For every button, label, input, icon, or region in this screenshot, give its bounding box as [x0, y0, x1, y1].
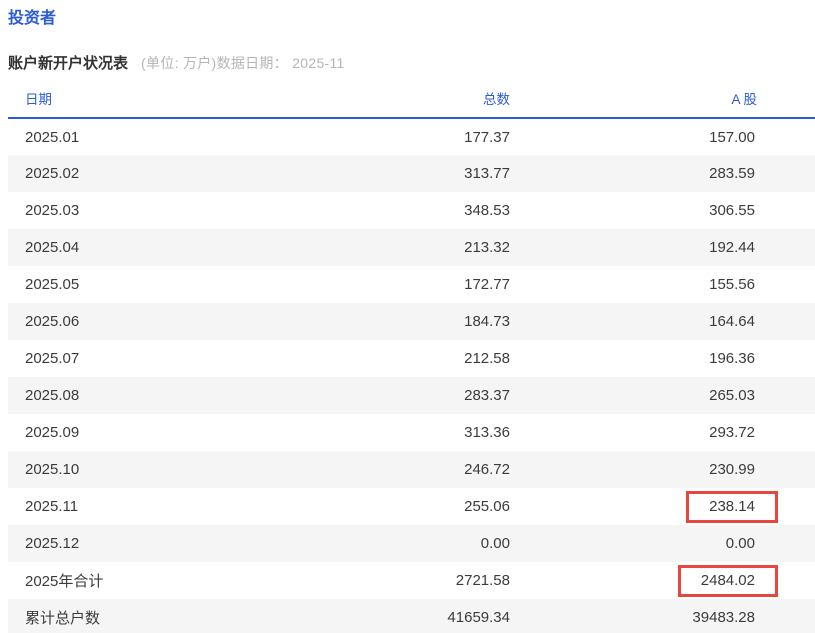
table-row: 2025.05 172.77 155.56 [8, 266, 815, 303]
cell-date: 2025.11 [8, 488, 208, 525]
table-row: 2025.07 212.58 196.36 [8, 340, 815, 377]
cell-date: 2025.06 [8, 303, 208, 340]
table-row: 2025.10 246.72 230.99 [8, 451, 815, 488]
table-body: 2025.01 177.37 157.00 2025.02 313.77 283… [8, 118, 815, 633]
cell-date: 2025.10 [8, 451, 208, 488]
cell-date: 2025.01 [8, 118, 208, 155]
table-header-row: 日期 总数 A 股 [8, 88, 815, 118]
cell-date: 2025.03 [8, 192, 208, 229]
cell-a-share: 230.99 [510, 451, 815, 488]
cell-total: 213.32 [208, 229, 510, 266]
cell-total: 313.77 [208, 155, 510, 192]
table-row: 2025.01 177.37 157.00 [8, 118, 815, 155]
cell-a-share: 238.14 [510, 488, 815, 525]
table-row: 2025.04 213.32 192.44 [8, 229, 815, 266]
cell-a-share: 283.59 [510, 155, 815, 192]
cell-a-share: 2484.02 [510, 562, 815, 599]
cell-total: 177.37 [208, 118, 510, 155]
table-row: 2025.11 255.06 238.14 [8, 488, 815, 525]
page-title: 投资者 [8, 10, 815, 28]
cell-total: 212.58 [208, 340, 510, 377]
cell-date: 2025年合计 [8, 562, 208, 599]
table-subtitle-row: 账户新开户状况表 (单位: 万户)数据日期： 2025-11 [8, 52, 815, 73]
column-header-a-share: A 股 [510, 88, 815, 118]
cell-date: 2025.07 [8, 340, 208, 377]
cell-total: 184.73 [208, 303, 510, 340]
cell-date: 2025.09 [8, 414, 208, 451]
cell-total: 2721.58 [208, 562, 510, 599]
cell-a-share: 164.64 [510, 303, 815, 340]
table-row: 累计总户数 41659.34 39483.28 [8, 599, 815, 633]
cell-a-share: 192.44 [510, 229, 815, 266]
cell-a-share: 0.00 [510, 525, 815, 562]
cell-total: 348.53 [208, 192, 510, 229]
cell-date: 2025.08 [8, 377, 208, 414]
cell-date: 2025.04 [8, 229, 208, 266]
cell-a-share: 196.36 [510, 340, 815, 377]
cell-total: 255.06 [208, 488, 510, 525]
investor-data-page: 投资者 账户新开户状况表 (单位: 万户)数据日期： 2025-11 日期 总数… [0, 10, 815, 633]
account-opening-table: 日期 总数 A 股 2025.01 177.37 157.00 2025.02 … [8, 88, 815, 633]
cell-total: 313.36 [208, 414, 510, 451]
highlight-box: 238.14 [686, 491, 778, 523]
cell-total: 0.00 [208, 525, 510, 562]
cell-a-share: 306.55 [510, 192, 815, 229]
cell-total: 172.77 [208, 266, 510, 303]
cell-date: 2025.12 [8, 525, 208, 562]
cell-date: 2025.05 [8, 266, 208, 303]
table-row: 2025.12 0.00 0.00 [8, 525, 815, 562]
table-unit-and-data-date: (单位: 万户)数据日期： 2025-11 [141, 53, 345, 73]
table-row: 2025.06 184.73 164.64 [8, 303, 815, 340]
cell-a-share: 157.00 [510, 118, 815, 155]
cell-a-share: 39483.28 [510, 599, 815, 633]
cell-a-share: 265.03 [510, 377, 815, 414]
table-title: 账户新开户状况表 [8, 52, 128, 73]
cell-date: 累计总户数 [8, 599, 208, 633]
cell-total: 41659.34 [208, 599, 510, 633]
column-header-date: 日期 [8, 88, 208, 118]
highlight-box: 2484.02 [678, 565, 778, 597]
cell-total: 283.37 [208, 377, 510, 414]
table-row: 2025.08 283.37 265.03 [8, 377, 815, 414]
cell-a-share: 155.56 [510, 266, 815, 303]
table-row: 2025.03 348.53 306.55 [8, 192, 815, 229]
cell-a-share: 293.72 [510, 414, 815, 451]
cell-date: 2025.02 [8, 155, 208, 192]
column-header-total: 总数 [208, 88, 510, 118]
table-row: 2025年合计 2721.58 2484.02 [8, 562, 815, 599]
cell-total: 246.72 [208, 451, 510, 488]
table-row: 2025.02 313.77 283.59 [8, 155, 815, 192]
table-row: 2025.09 313.36 293.72 [8, 414, 815, 451]
